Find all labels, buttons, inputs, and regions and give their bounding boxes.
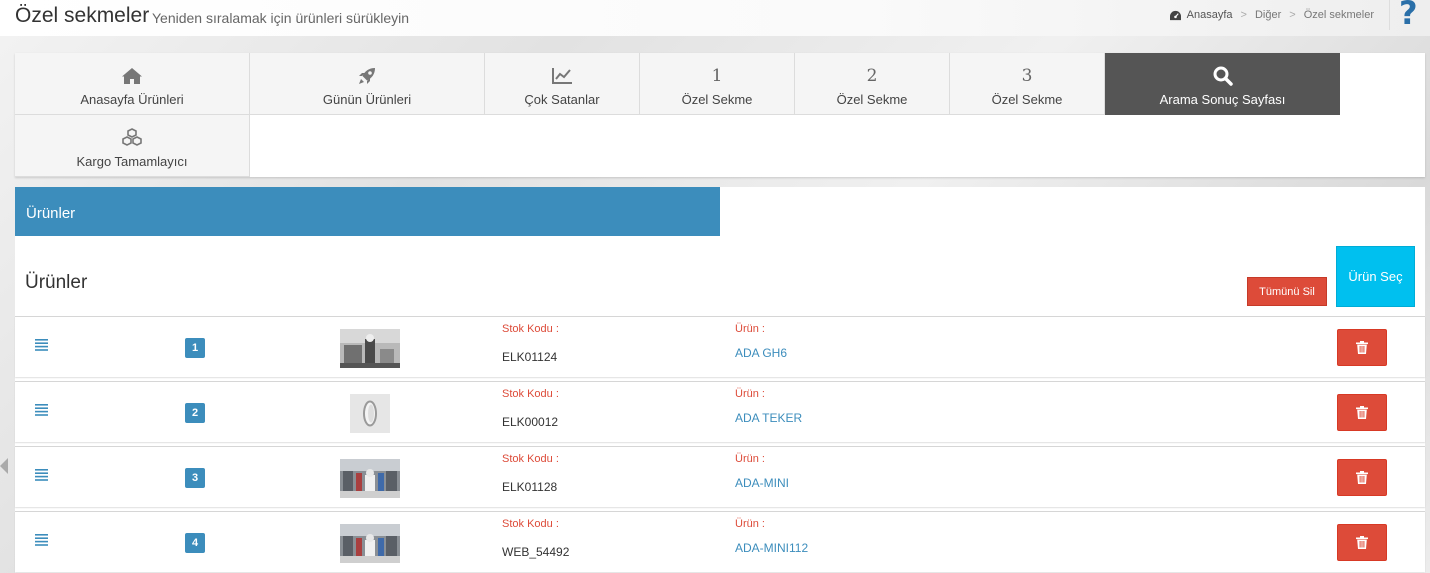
tab-label: Kargo Tamamlayıcı [76,154,188,169]
product-name-link[interactable]: ADA TEKER [735,411,802,425]
section-title: Ürünler [25,272,88,293]
top-header: Özel sekmeler Yeniden sıralamak için ürü… [0,0,1430,36]
help-icon[interactable]: ? [1399,0,1418,32]
stock-code-label: Stok Kodu : [502,453,559,465]
stock-code-label: Stok Kodu : [502,388,559,400]
delete-row-button[interactable] [1337,394,1387,431]
product-thumbnail [340,524,400,563]
tab-daily-products[interactable]: Günün Ürünleri [250,53,485,115]
tab-custom-1[interactable]: 1 Özel Sekme [640,53,795,115]
order-badge: 2 [185,403,205,423]
tab-number: 1 [711,66,723,86]
breadcrumb-other[interactable]: Diğer [1255,9,1281,21]
drag-handle-icon[interactable] [35,339,48,351]
delete-row-button[interactable] [1337,524,1387,561]
tab-label: Özel Sekme [991,92,1063,107]
drag-handle-icon[interactable] [35,404,48,416]
breadcrumb-separator: > [1289,9,1296,21]
search-icon [1212,63,1234,89]
product-thumbnail [350,394,390,433]
trash-icon [1356,341,1368,354]
product-thumbnail [340,329,400,368]
stock-code-label: Stok Kodu : [502,323,559,335]
tab-number-icon: 2 [867,63,878,89]
breadcrumb-current: Özel sekmeler [1303,9,1374,21]
product-row[interactable]: 4 Stok Kodu : WEB_54492 Ürün : ADA-MINI1… [15,511,1425,572]
stock-code-value: WEB_54492 [502,545,570,559]
tab-number-icon: 1 [712,63,723,89]
trash-icon [1356,471,1368,484]
drag-handle-icon[interactable] [35,534,48,546]
stock-code-value: ELK00012 [502,415,559,429]
tab-number: 3 [1021,66,1033,86]
delete-row-button[interactable] [1337,459,1387,496]
tab-home-products[interactable]: Anasayfa Ürünleri [15,53,250,115]
tab-custom-3[interactable]: 3 Özel Sekme [950,53,1105,115]
products-panel: Ürünler Ürünler Ürün Seç Tümünü Sil 1 St… [15,187,1425,573]
help-divider [1389,0,1390,30]
delete-row-button[interactable] [1337,329,1387,366]
stock-code-value: ELK01128 [502,480,558,494]
select-product-button[interactable]: Ürün Seç [1336,246,1415,307]
tab-label: Günün Ürünleri [322,92,412,107]
product-thumbnail [340,459,400,498]
tab-label: Çok Satanlar [524,92,600,107]
tabs-panel: Anasayfa Ürünleri Günün Ürünleri Çok Sat… [15,53,1425,177]
products-header-bar: Ürünler [15,187,720,236]
tab-label: Özel Sekme [681,92,753,107]
sidebar-toggle-arrow[interactable] [0,458,8,474]
page-title: Özel sekmeler [15,4,150,27]
tab-cargo-completer[interactable]: Kargo Tamamlayıcı [15,115,250,177]
tab-label: Anasayfa Ürünleri [80,92,184,107]
product-name-label: Ürün : [735,388,765,400]
product-name-label: Ürün : [735,518,765,530]
drag-handle-icon[interactable] [35,469,48,481]
order-badge: 4 [185,533,205,553]
stock-code-value: ELK01124 [502,350,558,364]
order-badge: 1 [185,338,205,358]
product-name-link[interactable]: ADA-MINI112 [735,541,808,555]
stock-code-label: Stok Kodu : [502,518,559,530]
breadcrumb: Anasayfa > Diğer > Özel sekmeler [1169,9,1374,21]
page-subtitle: Yeniden sıralamak için ürünleri sürükley… [152,10,410,26]
tab-search-results[interactable]: Arama Sonuç Sayfası [1105,53,1340,115]
tab-label: Özel Sekme [836,92,908,107]
product-name-label: Ürün : [735,453,765,465]
line-chart-icon [551,63,573,89]
tab-custom-2[interactable]: 2 Özel Sekme [795,53,950,115]
products-header-title: Ürünler [26,205,76,222]
cubes-icon [121,125,143,151]
product-row[interactable]: 1 Stok Kodu : ELK01124 Ürün : ADA GH6 [15,316,1425,377]
rocket-icon [357,63,377,89]
breadcrumb-home[interactable]: Anasayfa [1187,9,1233,21]
tab-best-sellers[interactable]: Çok Satanlar [485,53,640,115]
trash-icon [1356,406,1368,419]
delete-all-button[interactable]: Tümünü Sil [1247,277,1327,306]
tab-label: Arama Sonuç Sayfası [1159,92,1286,107]
tab-number-icon: 3 [1022,63,1033,89]
tab-number: 2 [866,66,878,86]
dashboard-icon [1169,10,1181,20]
home-icon [121,63,143,89]
product-name-link[interactable]: ADA-MINI [735,476,789,490]
order-badge: 3 [185,468,205,488]
product-row[interactable]: 2 Stok Kodu : ELK00012 Ürün : ADA TEKER [15,381,1425,442]
product-row[interactable]: 3 Stok Kodu : ELK01128 Ürün : ADA-MINI [15,446,1425,507]
product-name-link[interactable]: ADA GH6 [735,346,787,360]
breadcrumb-separator: > [1240,9,1247,21]
product-name-label: Ürün : [735,323,765,335]
trash-icon [1356,536,1368,549]
